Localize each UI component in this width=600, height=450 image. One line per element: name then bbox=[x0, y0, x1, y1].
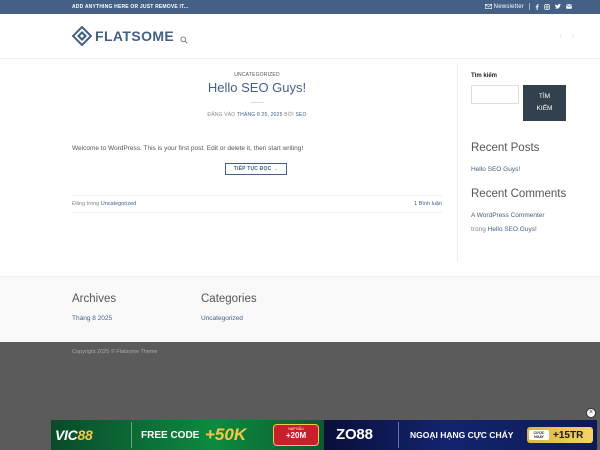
vic88-logo-b: 88 bbox=[77, 427, 93, 443]
post-author-link[interactable]: SEO bbox=[295, 112, 306, 118]
comment-on-label: trong bbox=[471, 226, 486, 233]
ad-zo88[interactable]: ZO88 NGOẠI HẠNG CỰC CHÁY CƯỢC NGAY +15TR bbox=[324, 420, 597, 450]
post-category[interactable]: UNCATEGORIZED bbox=[72, 72, 442, 78]
top-bar-promo: ADD ANYTHING HERE OR JUST REMOVE IT... bbox=[72, 4, 189, 10]
header-search-button[interactable] bbox=[180, 31, 188, 49]
deposit-badge-big: +20M bbox=[285, 431, 307, 440]
top-bar-divider bbox=[529, 3, 530, 10]
header-nav-arrows: ‹ › bbox=[559, 33, 574, 40]
bonus-text: +50K bbox=[205, 425, 247, 444]
instagram-icon[interactable] bbox=[544, 3, 550, 10]
sidebar-divider bbox=[457, 64, 458, 262]
top-bar: ADD ANYTHING HERE OR JUST REMOVE IT... N… bbox=[0, 0, 600, 14]
email-icon[interactable] bbox=[566, 4, 572, 9]
vic88-logo-a: VIC bbox=[55, 427, 78, 443]
comment-on-line: trong Hello SEO Guys! bbox=[471, 226, 537, 233]
comment-post-link[interactable]: Hello SEO Guys! bbox=[488, 226, 537, 233]
ad-close-button[interactable]: × bbox=[586, 408, 596, 418]
bet-now-badge: CƯỢC NGAY +15TR bbox=[527, 427, 593, 443]
post-footer: Đăng trong Uncategorized 1 Bình luận bbox=[72, 195, 442, 213]
vic88-logo: VIC88 bbox=[55, 427, 93, 443]
sidebar-search-label: Tìm kiếm bbox=[471, 73, 498, 79]
facebook-icon[interactable] bbox=[535, 3, 539, 10]
ad-vic88[interactable]: VIC88 FREE CODE +50K NẠP ĐẦU +20M bbox=[51, 420, 324, 450]
flatsome-logo-icon bbox=[72, 26, 92, 46]
ad-banner[interactable]: VIC88 FREE CODE +50K NẠP ĐẦU +20M ZO88 N… bbox=[51, 420, 597, 450]
archives-title: Archives bbox=[72, 293, 117, 305]
sidebar-search-input[interactable] bbox=[471, 85, 519, 104]
envelope-icon bbox=[484, 4, 492, 9]
newsletter-label: Newsletter bbox=[493, 3, 524, 10]
newsletter-link[interactable]: Newsletter bbox=[484, 3, 524, 10]
footer-widgets: Archives Tháng 8 2025 Categories Uncateg… bbox=[0, 276, 600, 343]
copyright-text: Copyright 2025 © Flatsome Theme bbox=[72, 349, 158, 355]
ad-separator bbox=[131, 422, 132, 448]
recent-comments-title: Recent Comments bbox=[471, 188, 567, 200]
site-header: FLATSOME ‹ › bbox=[0, 14, 600, 59]
recent-posts-title: Recent Posts bbox=[471, 142, 540, 154]
archives-widget: Archives Tháng 8 2025 bbox=[72, 293, 116, 322]
archive-link[interactable]: Tháng 8 2025 bbox=[72, 315, 116, 322]
categories-title: Categories bbox=[201, 293, 257, 305]
header-next-arrow[interactable]: › bbox=[572, 33, 574, 40]
post-date-link[interactable]: THÁNG 8 25, 2025 bbox=[237, 112, 283, 118]
comment-author-link[interactable]: A WordPress Commenter bbox=[471, 212, 545, 219]
search-icon bbox=[180, 36, 188, 44]
search-button-line2: KIẾM bbox=[536, 105, 553, 112]
post-excerpt: Welcome to WordPress. This is your first… bbox=[72, 145, 304, 152]
title-divider bbox=[250, 102, 264, 103]
categories-widget: Categories Uncategorized bbox=[201, 293, 257, 322]
ad-separator bbox=[398, 422, 399, 448]
logo-text: FLATSOME bbox=[95, 28, 175, 44]
zo88-logo: ZO88 bbox=[336, 426, 373, 443]
post-meta: ĐĂNG VÀO THÁNG 8 25, 2025 BỞI SEO bbox=[72, 112, 442, 118]
post-title[interactable]: Hello SEO Guys! bbox=[72, 80, 442, 95]
read-more-button[interactable]: TIẾP TỤC ĐỌC → bbox=[225, 163, 287, 175]
bet-now-small: CƯỢC NGAY bbox=[529, 430, 549, 440]
post-footer-prefix: Đăng trong bbox=[72, 201, 100, 207]
site-logo[interactable]: FLATSOME bbox=[72, 26, 174, 46]
sidebar-search-button[interactable]: TÌM KIẾM bbox=[523, 85, 566, 121]
post-meta-prefix: ĐĂNG VÀO bbox=[207, 112, 236, 118]
post-meta-by: BỞI bbox=[284, 112, 294, 118]
post-comments-link[interactable]: 1 Bình luận bbox=[414, 201, 442, 207]
recent-post-link[interactable]: Hello SEO Guys! bbox=[471, 166, 520, 173]
header-prev-arrow[interactable]: ‹ bbox=[559, 33, 561, 40]
category-link[interactable]: Uncategorized bbox=[201, 315, 257, 322]
top-bar-right: Newsletter bbox=[484, 3, 572, 10]
deposit-badge: NẠP ĐẦU +20M bbox=[273, 424, 319, 446]
post-footer-category-link[interactable]: Uncategorized bbox=[101, 201, 136, 207]
slogan-text: NGOẠI HẠNG CỰC CHÁY bbox=[410, 430, 514, 440]
free-code-text: FREE CODE bbox=[141, 430, 200, 441]
search-button-line1: TÌM bbox=[538, 93, 551, 100]
bet-now-big: +15TR bbox=[553, 429, 584, 441]
post-footer-category: Đăng trong Uncategorized bbox=[72, 201, 136, 207]
twitter-icon[interactable] bbox=[555, 4, 561, 9]
